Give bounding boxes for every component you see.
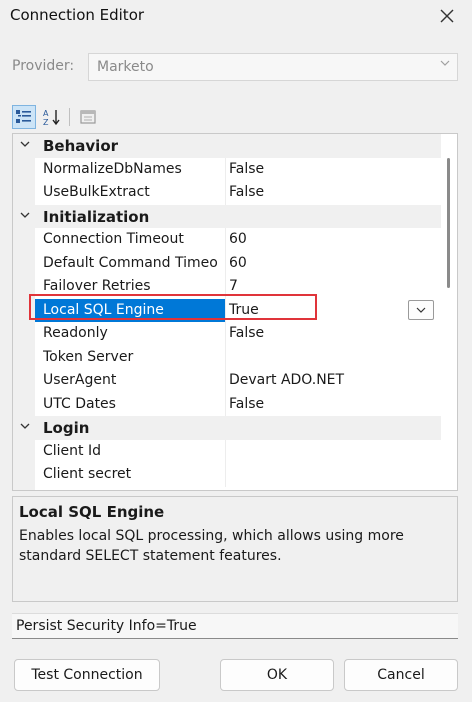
- property-pages-icon: [80, 110, 96, 124]
- close-button[interactable]: [430, 2, 464, 30]
- property-name: UserAgent: [43, 372, 117, 388]
- alphabetical-button[interactable]: A Z: [40, 105, 64, 129]
- provider-value: Marketo: [97, 59, 154, 75]
- grid-category-row[interactable]: Login: [13, 416, 441, 440]
- grid-property-row[interactable]: Client Id: [13, 440, 441, 464]
- column-divider[interactable]: [225, 392, 226, 416]
- description-text: Enables local SQL processing, which allo…: [19, 528, 404, 564]
- property-pages-button[interactable]: [76, 105, 100, 129]
- column-divider[interactable]: [225, 439, 226, 463]
- grid-category-row[interactable]: Initialization: [13, 204, 441, 228]
- column-divider[interactable]: [225, 345, 226, 369]
- property-value[interactable]: 60: [229, 231, 247, 247]
- collapse-chevron-icon[interactable]: [20, 138, 30, 152]
- property-name: UseBulkExtract: [43, 184, 150, 200]
- column-divider[interactable]: [225, 463, 226, 487]
- provider-select[interactable]: Marketo: [88, 53, 458, 81]
- property-value[interactable]: False: [229, 161, 264, 177]
- grid-property-row[interactable]: Client secret: [13, 463, 441, 487]
- property-value[interactable]: False: [229, 396, 264, 412]
- description-panel: Local SQL Engine Enables local SQL proce…: [12, 496, 458, 602]
- svg-text:Z: Z: [43, 118, 49, 126]
- property-value[interactable]: False: [229, 325, 264, 341]
- column-divider[interactable]: [225, 228, 226, 252]
- property-name: Readonly: [43, 325, 108, 341]
- value-dropdown-button[interactable]: [408, 300, 434, 320]
- column-divider[interactable]: [225, 275, 226, 299]
- toolbar-separator: [69, 108, 70, 126]
- collapse-chevron-icon[interactable]: [20, 420, 30, 434]
- test-connection-button[interactable]: Test Connection: [14, 659, 160, 691]
- grid-property-row[interactable]: UserAgent Devart ADO.NET: [13, 369, 441, 393]
- scrollbar-thumb[interactable]: [447, 158, 450, 288]
- categorized-button[interactable]: [12, 105, 36, 129]
- property-grid: Behavior NormalizeDbNames False UseBulkExtr…: [12, 133, 458, 491]
- column-divider[interactable]: [225, 181, 226, 205]
- property-name: Client secret: [43, 466, 132, 482]
- category-label: Initialization: [43, 207, 150, 226]
- chevron-down-icon: [416, 307, 426, 313]
- column-divider[interactable]: [225, 157, 226, 181]
- cancel-button[interactable]: Cancel: [344, 659, 458, 691]
- connection-string-field[interactable]: Persist Security Info=True: [12, 613, 458, 639]
- property-value[interactable]: 60: [229, 255, 247, 271]
- description-title: Local SQL Engine: [19, 503, 165, 521]
- grid-property-row[interactable]: NormalizeDbNames False: [13, 158, 441, 182]
- grid-category-row[interactable]: Behavior: [13, 134, 441, 158]
- grid-property-row[interactable]: UTC Dates False: [13, 393, 441, 417]
- property-name: NormalizeDbNames: [43, 160, 182, 177]
- grid-property-row[interactable]: Readonly False: [13, 322, 441, 346]
- close-icon: [440, 9, 454, 23]
- grid-property-row[interactable]: Connection Timeout 60: [13, 228, 441, 252]
- column-divider[interactable]: [225, 322, 226, 346]
- grid-property-row[interactable]: Token Server: [13, 346, 441, 370]
- property-value[interactable]: False: [229, 184, 264, 200]
- property-name: Connection Timeout: [43, 231, 184, 247]
- collapse-chevron-icon[interactable]: [20, 209, 30, 223]
- grid-property-row[interactable]: Failover Retries 7: [13, 275, 441, 299]
- vertical-scrollbar[interactable]: [441, 134, 457, 490]
- svg-text:A: A: [43, 109, 49, 118]
- property-name: Token Server: [43, 348, 134, 365]
- chevron-down-icon: [439, 57, 451, 72]
- property-name: UTC Dates: [43, 395, 116, 412]
- column-divider[interactable]: [225, 251, 226, 275]
- property-name: Client Id: [43, 442, 101, 459]
- property-value[interactable]: Devart ADO.NET: [229, 372, 344, 388]
- property-name: Failover Retries: [43, 278, 151, 294]
- property-name: Default Command Timeo: [43, 254, 218, 271]
- category-label: Login: [43, 419, 90, 437]
- column-divider[interactable]: [225, 298, 226, 322]
- provider-label: Provider:: [12, 58, 75, 74]
- column-divider[interactable]: [225, 369, 226, 393]
- property-value[interactable]: 7: [229, 278, 238, 294]
- title-bar: Connection Editor: [0, 0, 472, 34]
- grid-property-row[interactable]: Default Command Timeo 60: [13, 252, 441, 276]
- grid-property-row[interactable]: UseBulkExtract False: [13, 181, 441, 205]
- grid-property-row[interactable]: Local SQL Engine True: [13, 298, 441, 323]
- property-name: Local SQL Engine: [35, 298, 225, 322]
- ok-button[interactable]: OK: [220, 659, 334, 691]
- alphabetical-sort-icon: A Z: [43, 109, 60, 126]
- window-title: Connection Editor: [10, 6, 145, 24]
- category-label: Behavior: [43, 137, 119, 155]
- property-grid-rows: Behavior NormalizeDbNames False UseBulkExtr…: [13, 134, 441, 490]
- property-value[interactable]: True: [229, 302, 259, 318]
- categorized-icon: [16, 110, 31, 123]
